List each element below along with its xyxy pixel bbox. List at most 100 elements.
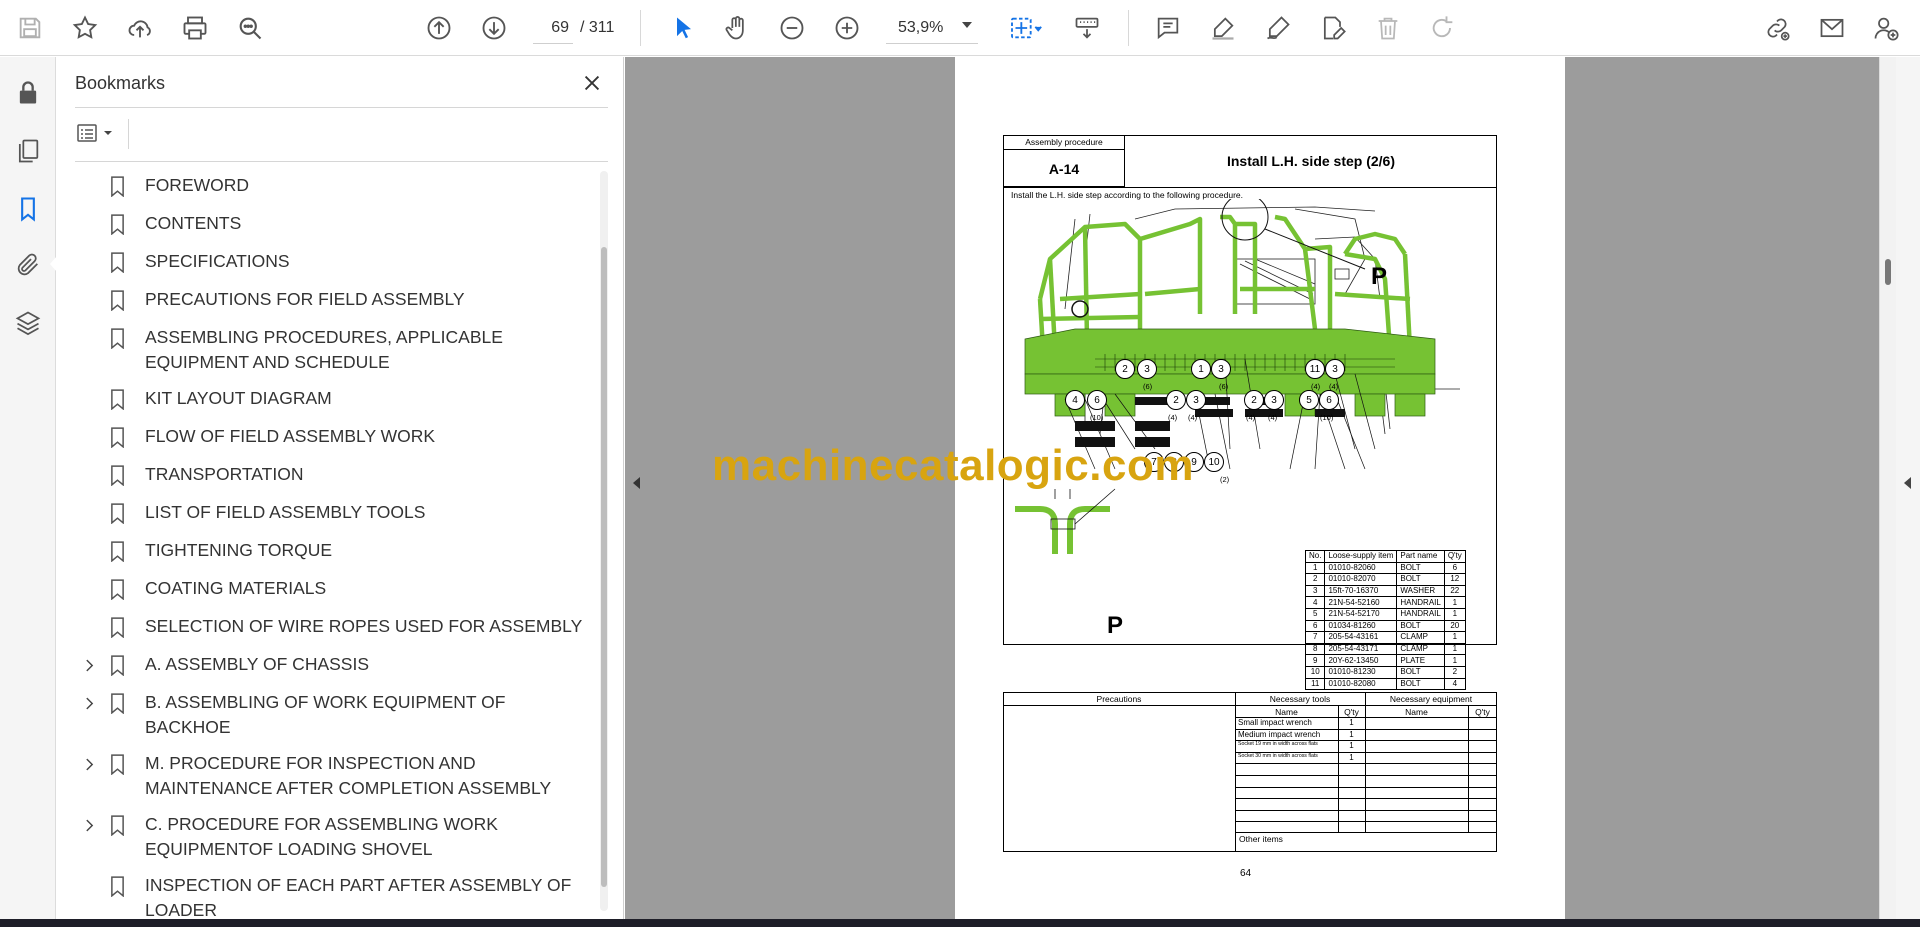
redo-icon[interactable]: [1423, 8, 1463, 48]
bookmark-item[interactable]: PRECAUTIONS FOR FIELD ASSEMBLY: [75, 281, 595, 319]
bookmark-item[interactable]: TRANSPORTATION: [75, 456, 595, 494]
save-icon[interactable]: [10, 8, 50, 48]
bookmark-item[interactable]: TIGHTENING TORQUE: [75, 532, 595, 570]
tools-row-rule: [1235, 786, 1497, 788]
bookmark-scrollbar-thumb[interactable]: [601, 247, 607, 887]
bookmark-item[interactable]: C. PROCEDURE FOR ASSEMBLING WORK EQUIPME…: [75, 806, 595, 867]
bookmark-icon: [107, 812, 127, 838]
parts-cell: 1: [1443, 596, 1466, 609]
zoom-out-icon[interactable]: [772, 8, 812, 48]
pdf-viewer-app: / 3 1 1 53,9%: [0, 0, 1920, 927]
zoom-in-icon[interactable]: [827, 8, 867, 48]
parts-cell: 1: [1443, 631, 1466, 644]
search-zoom-icon[interactable]: [230, 8, 270, 48]
delete-icon[interactable]: [1368, 8, 1408, 48]
attachment-icon[interactable]: [8, 245, 48, 285]
previous-page-icon[interactable]: [419, 8, 459, 48]
print-icon[interactable]: [175, 8, 215, 48]
tools-row-rule: [1235, 809, 1497, 811]
bookmark-icon: [107, 690, 127, 716]
draw-pen-icon[interactable]: [1258, 8, 1298, 48]
chevron-right-icon[interactable]: [79, 652, 99, 678]
add-user-icon[interactable]: [1866, 8, 1906, 48]
bookmark-item[interactable]: FOREWORD: [75, 167, 595, 205]
highlight-pen-icon[interactable]: [1203, 8, 1243, 48]
next-page-icon[interactable]: [474, 8, 514, 48]
parts-table-row: 7 205-54-43161 CLAMP 1: [1304, 631, 1466, 644]
parts-table-header: No. Loose-supply item Part name Q'ty: [1304, 550, 1466, 563]
bookmark-label: B. ASSEMBLING OF WORK EQUIPMENT OF BACKH…: [145, 692, 506, 737]
star-icon[interactable]: [65, 8, 105, 48]
bookmark-item[interactable]: M. PROCEDURE FOR INSPECTION AND MAINTENA…: [75, 745, 595, 806]
procedure-header: Assembly procedure: [1025, 137, 1103, 147]
toolbar-separator: [1128, 10, 1129, 46]
callout-number: 3: [1211, 359, 1231, 379]
panel-divider: [75, 161, 608, 162]
keyboard-scroll-icon[interactable]: [1067, 8, 1107, 48]
layers-icon[interactable]: [8, 303, 48, 343]
zoom-level-value: 53,9%: [898, 18, 944, 36]
parts-cell: 2: [1304, 573, 1326, 586]
page-number-input[interactable]: [533, 12, 573, 44]
bookmark-spacer: [79, 614, 99, 640]
bookmark-item[interactable]: INSPECTION OF EACH PART AFTER ASSEMBLY O…: [75, 867, 595, 927]
necessary-tools-header: Necessary tools: [1269, 694, 1331, 704]
share-link-icon[interactable]: [1757, 8, 1797, 48]
bookmark-item[interactable]: KIT LAYOUT DIAGRAM: [75, 380, 595, 418]
zoom-level-select[interactable]: 53,9%: [886, 12, 978, 44]
document-scrollbar-thumb[interactable]: [1885, 259, 1891, 285]
parts-table-row: 11 01010-82080 BOLT 4: [1304, 677, 1466, 691]
bookmark-item[interactable]: A. ASSEMBLY OF CHASSIS: [75, 646, 595, 684]
select-cursor-icon[interactable]: [664, 8, 704, 48]
hand-tool-icon[interactable]: [717, 8, 757, 48]
chevron-right-icon[interactable]: [79, 690, 99, 716]
close-icon[interactable]: [576, 67, 608, 99]
taskbar-strip: [0, 919, 1920, 927]
chevron-right-icon[interactable]: [79, 751, 99, 777]
callout-number: 5: [1299, 390, 1319, 410]
bookmark-item[interactable]: ASSEMBLING PROCEDURES, APPLICABLE EQUIPM…: [75, 319, 595, 380]
bookmark-item[interactable]: B. ASSEMBLING OF WORK EQUIPMENT OF BACKH…: [75, 684, 595, 745]
bookmark-spacer: [79, 287, 99, 313]
upload-cloud-icon[interactable]: [120, 8, 160, 48]
bookmark-item[interactable]: LIST OF FIELD ASSEMBLY TOOLS: [75, 494, 595, 532]
tool-qty: 1: [1349, 729, 1354, 739]
bookmark-spacer: [79, 873, 99, 899]
page-thumbnails-icon[interactable]: [8, 131, 48, 171]
fit-page-icon[interactable]: [1000, 8, 1052, 48]
expand-right-panel-arrow[interactable]: [1904, 477, 1911, 489]
bookmark-item[interactable]: SPECIFICATIONS: [75, 243, 595, 281]
bookmark-item[interactable]: SELECTION OF WIRE ROPES USED FOR ASSEMBL…: [75, 608, 595, 646]
parts-cell: 12: [1443, 573, 1466, 586]
page-separator: /: [580, 19, 585, 36]
email-icon[interactable]: [1812, 8, 1852, 48]
edit-pdf-icon[interactable]: [1313, 8, 1353, 48]
bookmark-item[interactable]: FLOW OF FIELD ASSEMBLY WORK: [75, 418, 595, 456]
bookmark-scrollbar[interactable]: [600, 171, 608, 911]
parts-cell: 1: [1304, 561, 1326, 575]
bookmark-options-button[interactable]: [75, 117, 119, 149]
parts-cell: BOLT: [1396, 619, 1445, 633]
comment-icon[interactable]: [1148, 8, 1188, 48]
document-scrollbar[interactable]: [1879, 57, 1896, 927]
parts-cell: BOLT: [1396, 677, 1445, 691]
page-number: 64: [1240, 868, 1252, 879]
parts-cell: 01010-82070: [1324, 573, 1398, 586]
collapse-panel-arrow[interactable]: [633, 477, 640, 489]
parts-table-row: 6 01034-81260 BOLT 20: [1304, 619, 1466, 633]
tools-row-rule: [1235, 763, 1497, 765]
tool-qty: 1: [1349, 752, 1354, 762]
bookmark-icon: [107, 211, 127, 237]
header-bottom-rule: [1003, 187, 1497, 188]
bookmark-panel-icon[interactable]: [8, 189, 48, 229]
bookmark-item[interactable]: COATING MATERIALS: [75, 570, 595, 608]
chevron-right-icon[interactable]: [79, 812, 99, 838]
tools-row-rule: [1235, 821, 1497, 823]
bookmark-label: CONTENTS: [145, 213, 242, 233]
parts-cell: BOLT: [1396, 573, 1445, 586]
bookmark-item[interactable]: CONTENTS: [75, 205, 595, 243]
quantity-note: (4): [1246, 413, 1256, 422]
right-panel-rail: [1896, 57, 1920, 927]
lock-icon[interactable]: [8, 73, 48, 113]
bookmark-icon: [107, 538, 127, 564]
